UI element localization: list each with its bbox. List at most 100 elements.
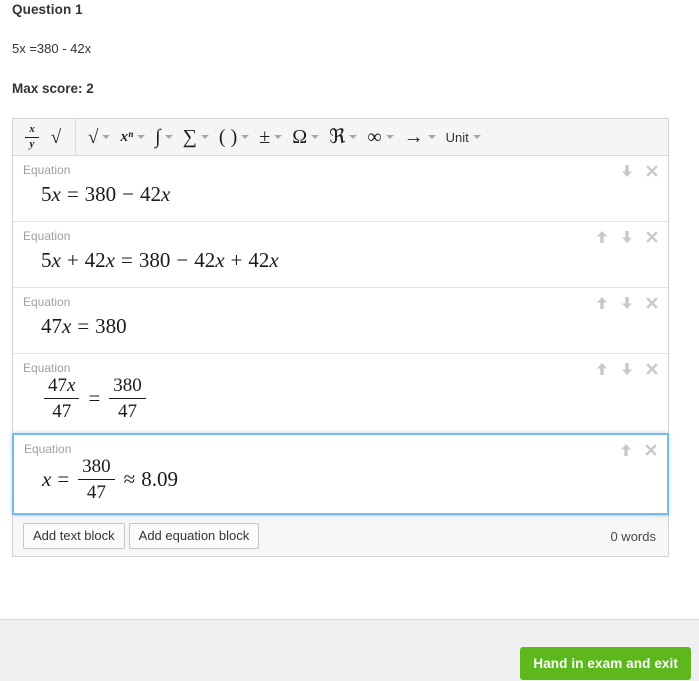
fraction-icon: xy (25, 123, 39, 150)
down-arrow-icon[interactable] (621, 362, 633, 376)
block-content[interactable]: 5 x +42 x = 380−42 x +42 x (23, 243, 658, 277)
block-label: Equation (23, 361, 71, 375)
radical-icon: √ (50, 126, 62, 148)
number: 42 (248, 247, 270, 272)
fraction-numerator: 380 (82, 455, 111, 477)
radical-icon: √ (88, 126, 99, 148)
up-arrow-icon[interactable] (596, 296, 608, 310)
variable: x (215, 247, 225, 272)
operator: ≈ (123, 466, 136, 491)
chevron-down-icon (349, 135, 358, 139)
equation-expression: 5 x +42 x = 380−42 x +42 x (41, 248, 279, 273)
block-label: Equation (23, 163, 71, 177)
block-list: Equation 5 x = 380−42 x Equation 5 x +42 x = 380−42 x… (12, 156, 669, 516)
down-arrow-icon[interactable] (621, 230, 633, 244)
block-content[interactable]: 5 x = 380−42 x (23, 177, 658, 211)
block-controls (620, 443, 657, 457)
fraction-numerator: 380 (113, 375, 142, 396)
block-label: Equation (23, 295, 71, 309)
close-icon[interactable] (646, 296, 658, 310)
variable: x (105, 247, 115, 272)
number: 5 (41, 181, 52, 206)
root-menu[interactable]: √ (83, 122, 115, 152)
close-icon[interactable] (646, 164, 658, 178)
chevron-down-icon (274, 135, 283, 139)
equation-block[interactable]: Equation 5 x +42 x = 380−42 x +42 x (13, 222, 668, 288)
chevron-down-icon (311, 135, 320, 139)
equation-block[interactable]: Equation 47 x = 380 (13, 288, 668, 354)
number: 8.09 (141, 466, 178, 491)
operator: = (121, 247, 133, 272)
block-content[interactable]: x = 380 47 ≈8.09 (24, 456, 657, 504)
operator: = (88, 386, 101, 411)
add-equation-block-button[interactable]: Add equation block (128, 523, 260, 550)
chevron-down-icon (385, 135, 394, 139)
fraction-button[interactable]: xy (20, 122, 44, 152)
radical-button[interactable]: √ (44, 122, 68, 152)
number: 380 (138, 247, 171, 272)
block-label: Equation (23, 229, 71, 243)
omega-menu[interactable]: Ω (287, 122, 324, 152)
integral-menu[interactable]: ∫ (150, 122, 177, 152)
operator: + (66, 247, 79, 272)
toolbar-group-basic: x y √ (13, 119, 76, 155)
equation-block[interactable]: Equation 47x 47 = 380 47 (13, 354, 668, 434)
editor-footer: Add text block Add equation block 0 word… (13, 515, 668, 557)
fraction-bar (109, 398, 146, 400)
equation-block[interactable]: Equation x = 380 47 ≈8.09 (12, 432, 669, 516)
variable: x (161, 181, 171, 206)
symbol-icon: ℜ (329, 126, 346, 148)
parentheses-menu[interactable]: ( ) (214, 122, 254, 152)
block-label: Equation (24, 441, 72, 456)
variable: x (62, 313, 72, 338)
fraction-bar (78, 478, 115, 480)
operator: = (77, 313, 90, 338)
chevron-down-icon (164, 135, 173, 139)
add-block-buttons: Add text block Add equation block (23, 523, 260, 550)
symbol-icon: → (403, 126, 424, 148)
fraction-denominator: 47 (52, 401, 72, 423)
close-icon[interactable] (645, 443, 657, 457)
add-text-block-button[interactable]: Add text block (23, 523, 125, 550)
close-icon[interactable] (646, 230, 658, 244)
plusminus-menu[interactable]: ± (254, 122, 287, 152)
page-title: Question 1 (12, 2, 83, 17)
block-controls (621, 164, 658, 178)
unit-menu[interactable]: Unit (441, 122, 486, 152)
infinity-menu[interactable]: ∞ (362, 122, 398, 152)
number: 47 (41, 313, 62, 338)
real-menu[interactable]: ℜ (324, 122, 362, 152)
block-controls (596, 296, 658, 310)
symbol-icon: ± (259, 126, 271, 148)
word-count: 0 words (610, 528, 656, 544)
up-arrow-icon[interactable] (596, 230, 608, 244)
symbol-icon: ( ) (218, 126, 238, 148)
arrow-menu[interactable]: → (399, 122, 441, 152)
up-arrow-icon[interactable] (620, 443, 632, 457)
block-content[interactable]: 47x 47 = 380 47 (23, 375, 658, 423)
fraction-denominator: 47 (86, 481, 106, 503)
editor-toolbar: x y √ √ xⁿ ∫ ∑ ( ) ± Ω ℜ ∞ → Unit (13, 119, 668, 156)
number: 380 (95, 313, 127, 338)
variable: x (51, 247, 61, 272)
block-controls (596, 230, 658, 244)
chevron-down-icon (137, 135, 146, 139)
symbol-icon: ∑ (182, 126, 197, 148)
down-arrow-icon[interactable] (621, 164, 633, 178)
power-menu[interactable]: xⁿ (115, 122, 150, 152)
block-content[interactable]: 47 x = 380 (23, 309, 658, 343)
number: 42 (140, 181, 162, 206)
down-arrow-icon[interactable] (621, 296, 633, 310)
up-arrow-icon[interactable] (596, 362, 608, 376)
symbol-icon: ∫ (155, 126, 161, 148)
number: 42 (194, 247, 216, 272)
variable: x (269, 247, 279, 272)
chevron-down-icon (241, 135, 250, 139)
equation-block[interactable]: Equation 5 x = 380−42 x (13, 156, 668, 222)
sum-menu[interactable]: ∑ (178, 122, 214, 152)
close-icon[interactable] (646, 362, 658, 376)
chevron-down-icon (200, 135, 209, 139)
hand-in-exam-button[interactable]: Hand in exam and exit (520, 647, 691, 680)
number: 42 (84, 247, 106, 272)
variable: x (42, 466, 52, 491)
